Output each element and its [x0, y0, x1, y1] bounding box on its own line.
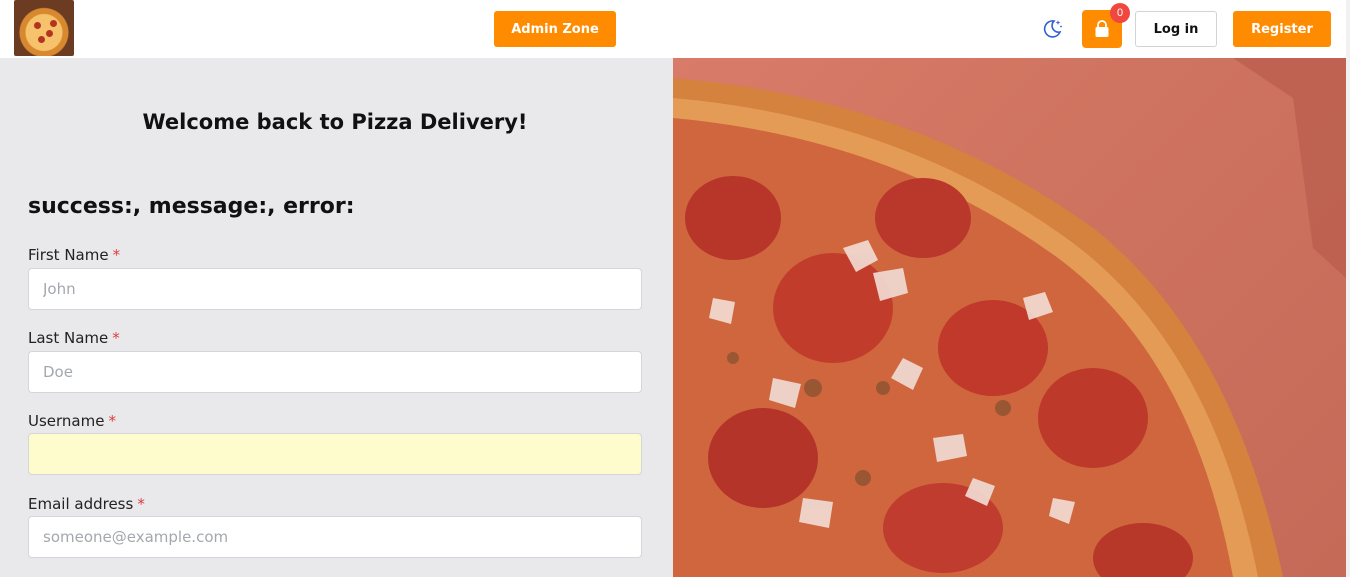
last-name-field[interactable] — [28, 351, 642, 393]
register-button[interactable]: Register — [1233, 11, 1331, 47]
email-field[interactable] — [28, 516, 642, 558]
required-marker: * — [137, 495, 145, 513]
navbar: Admin Zone 0 Log in Register — [0, 0, 1350, 58]
username-label-text: Username — [28, 412, 105, 430]
email-label-text: Email address — [28, 495, 134, 513]
email-label: Email address * — [28, 495, 145, 513]
status-message: success:, message:, error: — [28, 194, 355, 219]
page-scrollbar[interactable] — [1346, 0, 1350, 577]
username-field[interactable] — [28, 433, 642, 475]
required-marker: * — [112, 329, 120, 347]
first-name-field[interactable] — [28, 268, 642, 310]
cart-count-badge: 0 — [1110, 3, 1130, 23]
username-label: Username * — [28, 412, 116, 430]
login-button[interactable]: Log in — [1135, 11, 1217, 47]
required-marker: * — [108, 412, 116, 430]
last-name-label-text: Last Name — [28, 329, 109, 347]
admin-zone-button[interactable]: Admin Zone — [494, 11, 616, 47]
first-name-label-text: First Name — [28, 246, 109, 264]
pizza-hero-image — [673, 58, 1346, 577]
welcome-heading: Welcome back to Pizza Delivery! — [142, 110, 528, 134]
required-marker: * — [112, 246, 121, 264]
moon-stars-icon[interactable] — [1040, 17, 1064, 41]
last-name-label: Last Name * — [28, 329, 120, 347]
first-name-label: First Name * — [28, 246, 120, 264]
pizza-logo[interactable] — [14, 0, 74, 56]
shopping-bag-icon — [1095, 20, 1109, 37]
